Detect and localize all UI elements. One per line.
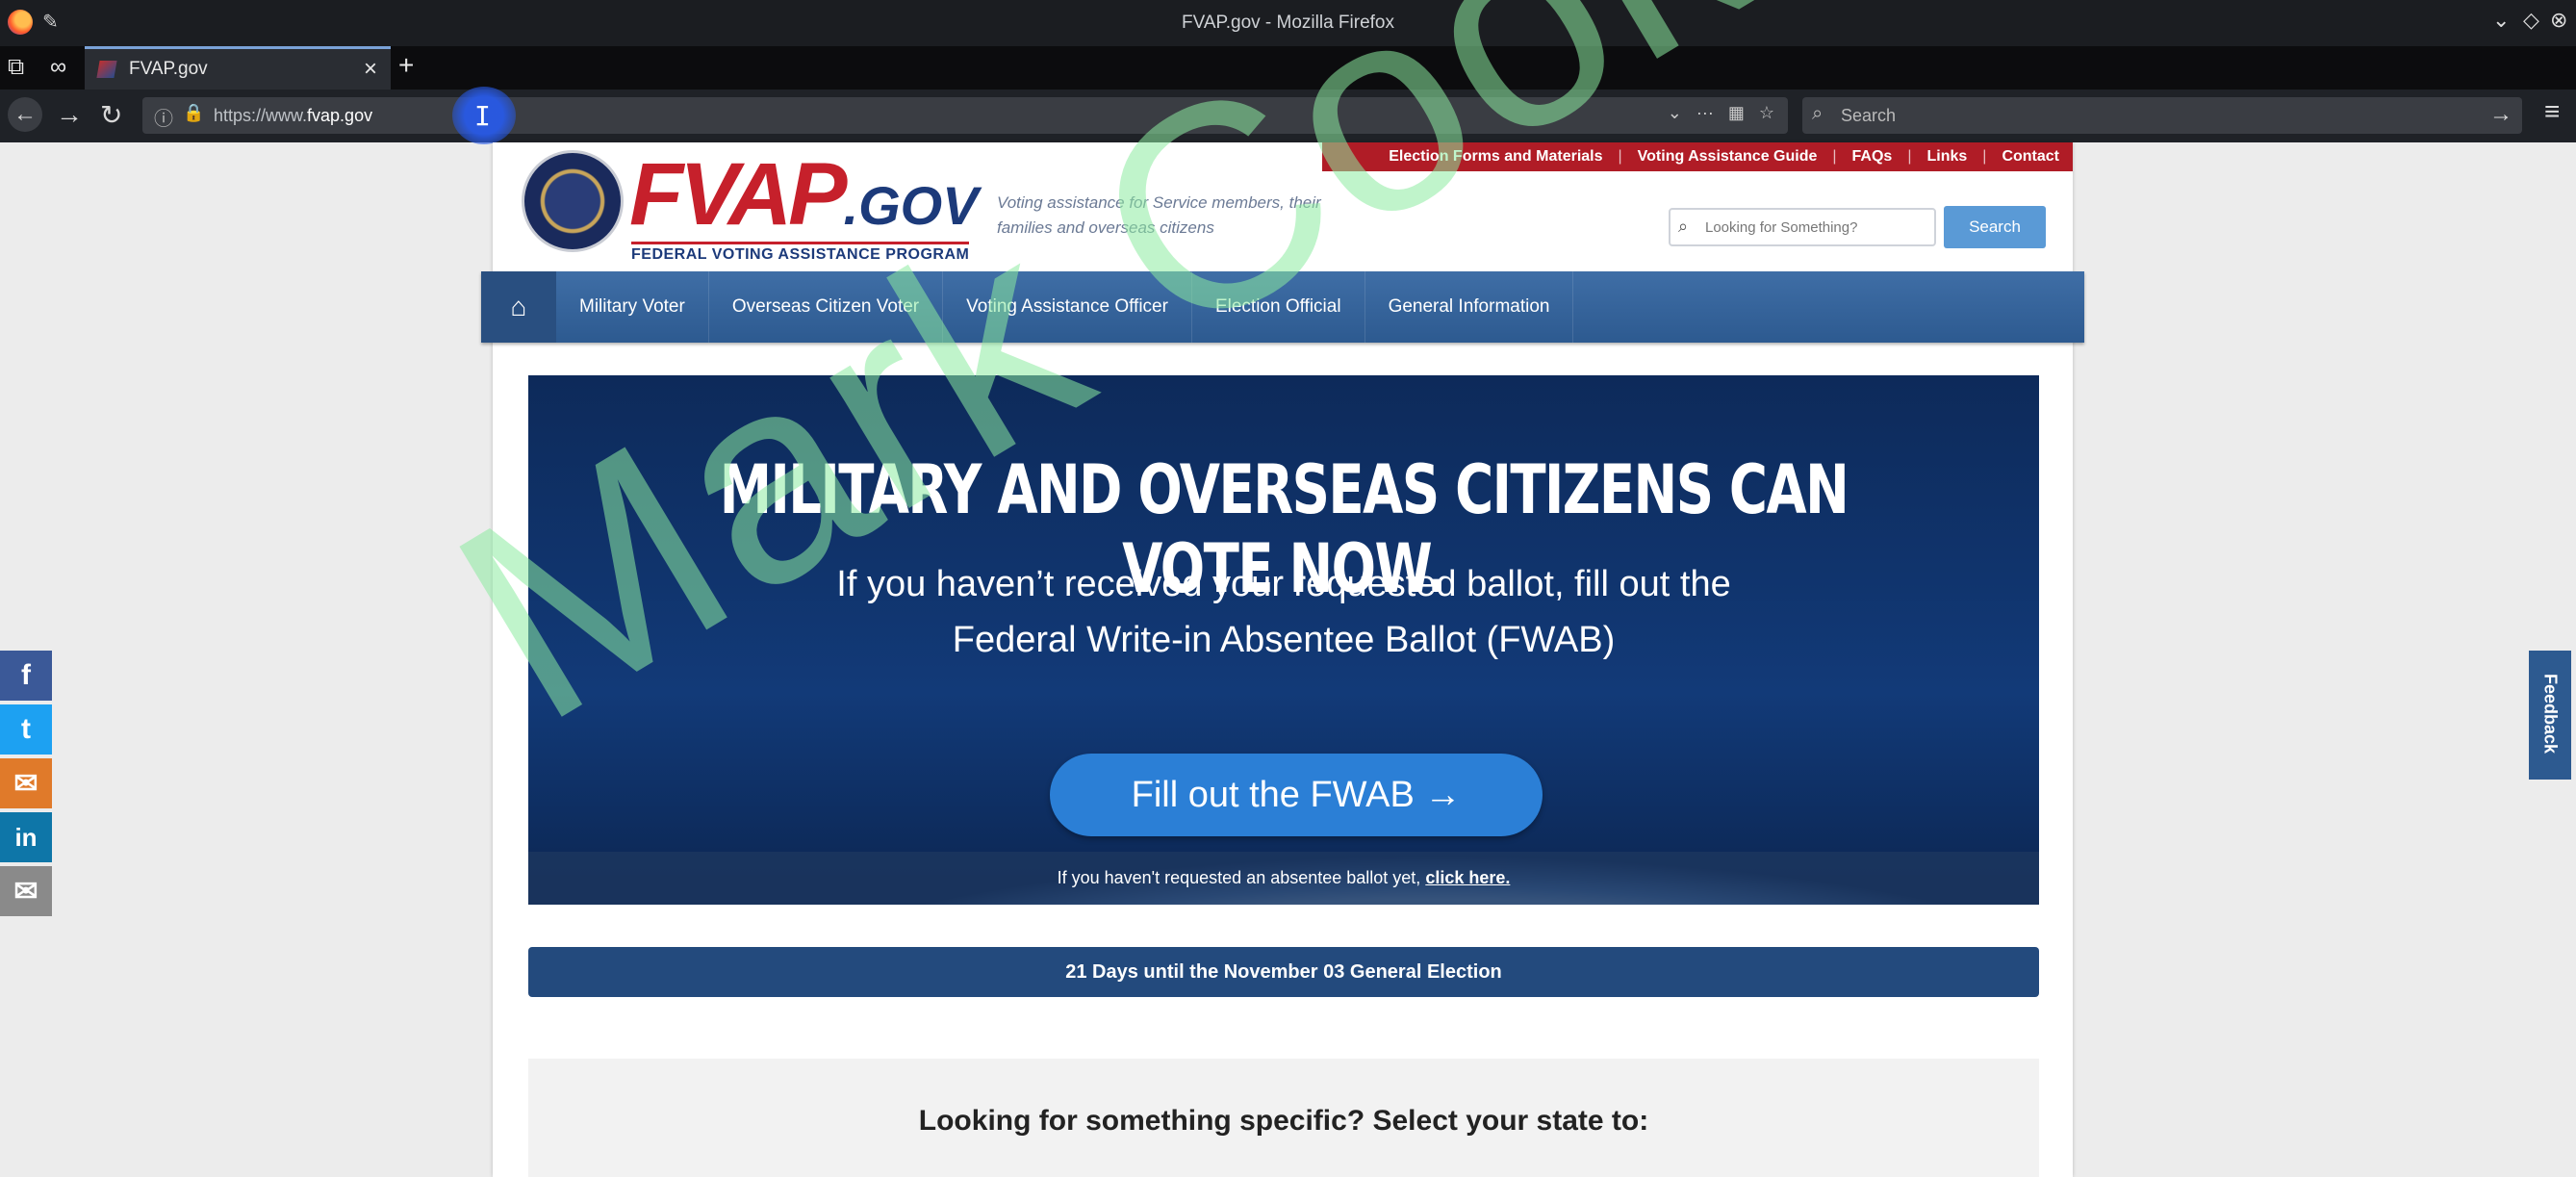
tab-label: FVAP.gov [129,59,208,79]
page-actions[interactable]: ⌄ ··· ▦ ☆ [1668,103,1774,123]
search-placeholder: Search [1841,106,1897,125]
text-cursor-icon: I [474,100,491,132]
lock-icon: 🔒 [183,103,205,122]
private-browsing-icon[interactable]: ∞ [50,54,66,81]
hero-subtext: If you haven’t received your requested b… [836,564,1731,660]
absentee-request-strip: If you haven't requested an absentee bal… [528,852,2039,905]
utility-links: Election Forms and Materials | Voting As… [1322,142,2073,171]
window-titlebar: ✎ FVAP.gov - Mozilla Firefox ⌄ ◇ ⊗ [0,0,2576,46]
logo-subtitle: FEDERAL VOTING ASSISTANCE PROGRAM [631,242,970,264]
url-text[interactable]: https://www.fvap.gov [214,106,372,126]
nav-election-official[interactable]: Election Official [1192,271,1365,343]
search-icon: ⌕ [1678,217,1689,236]
nav-overseas-citizen-voter[interactable]: Overseas Citizen Voter [709,271,944,343]
comment-share-icon[interactable]: ✉ [0,758,52,808]
click-here-link[interactable]: click here. [1425,868,1510,887]
close-window-icon[interactable]: ⊗ [2550,8,2567,33]
site-search-placeholder: Looking for Something? [1705,219,1858,236]
fvap-favicon-icon [96,61,117,78]
election-countdown: 21 Days until the November 03 General El… [528,947,2039,997]
site-search-input[interactable]: ⌕ Looking for Something? [1669,208,1936,246]
facebook-icon[interactable]: f [0,651,52,701]
maximize-icon[interactable]: ◇ [2523,8,2539,33]
nav-general-information[interactable]: General Information [1365,271,1574,343]
main-navigation: ⌂ Military Voter Overseas Citizen Voter … [481,271,2084,343]
tab-fvap[interactable]: FVAP.gov × [85,46,391,90]
back-icon[interactable]: ← [8,97,42,132]
info-icon[interactable]: ⓘ [154,103,173,131]
site-search-button[interactable]: Search [1944,206,2046,248]
minimize-icon[interactable]: ⌄ [2492,8,2510,33]
forward-icon[interactable]: → [56,99,83,130]
browser-search-box[interactable]: ⌕ Search → [1802,97,2522,134]
hero-banner: MILITARY AND OVERSEAS CITIZENS CAN VOTE … [528,375,2039,905]
linkedin-icon[interactable]: in [0,812,52,862]
feedback-tab[interactable]: Feedback [2529,651,2571,780]
nav-military-voter[interactable]: Military Voter [556,271,709,343]
link-voting-guide[interactable]: Voting Assistance Guide [1638,148,1818,166]
link-faqs[interactable]: FAQs [1852,148,1893,166]
tab-list-icon[interactable]: ⧉ [8,54,24,81]
fill-out-fwab-button[interactable]: Fill out the FWAB → [1050,754,1543,836]
page-container: Election Forms and Materials | Voting As… [481,142,2084,1177]
search-go-icon[interactable]: → [2489,101,2512,128]
link-links[interactable]: Links [1926,148,1967,166]
reload-icon[interactable]: ↻ [100,99,122,131]
twitter-icon[interactable]: t [0,704,52,755]
state-select-heading: Looking for something specific? Select y… [918,1105,1649,1137]
email-icon[interactable]: ✉ [0,866,52,916]
social-share-bar: f t ✉ in ✉ [0,651,52,920]
search-icon: ⌕ [1812,103,1824,124]
home-icon[interactable]: ⌂ [481,271,556,343]
dod-seal-logo[interactable] [522,150,624,252]
link-contact[interactable]: Contact [2002,148,2059,166]
hamburger-menu-icon[interactable]: ≡ [2544,96,2560,127]
url-bar[interactable]: ⓘ 🔒 https://www.fvap.gov ⌄ ··· ▦ ☆ [142,97,1788,134]
nav-voting-assistance-officer[interactable]: Voting Assistance Officer [943,271,1192,343]
tab-bar: ⧉ ∞ FVAP.gov × + [0,46,2576,90]
navigation-toolbar: ← → ↻ ⓘ 🔒 https://www.fvap.gov ⌄ ··· ▦ ☆… [0,90,2576,142]
tagline: Voting assistance for Service members, t… [997,193,1321,237]
tab-close-icon[interactable]: × [364,56,377,83]
new-tab-icon[interactable]: + [398,50,414,81]
fvap-logo[interactable]: FVAP.GOV [629,150,979,250]
link-election-forms[interactable]: Election Forms and Materials [1389,148,1602,166]
window-title: FVAP.gov - Mozilla Firefox [1181,13,1395,33]
